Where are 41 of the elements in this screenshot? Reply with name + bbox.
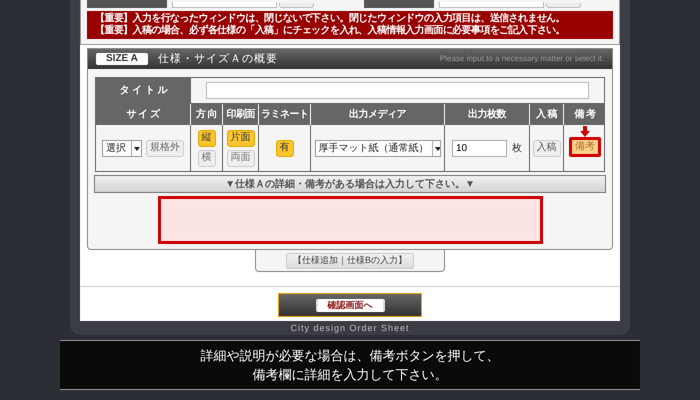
nonstandard-button[interactable]: 規格外: [146, 140, 184, 156]
label-cell: [364, 0, 434, 8]
input-field[interactable]: [439, 2, 544, 8]
section-badge: SIZE A: [96, 53, 148, 65]
option-button[interactable]: 有: [276, 140, 294, 156]
caption-text: 詳細や説明が必要な場合は、備考ボタンを押して、: [200, 347, 500, 365]
dropdown[interactable]: 選択: [102, 140, 142, 156]
column-header: 方 向: [191, 104, 223, 125]
caret-icon: [131, 140, 141, 156]
notes-field[interactable]: [158, 196, 542, 244]
title-field[interactable]: [206, 82, 589, 99]
option-button[interactable]: 縦: [198, 130, 216, 146]
button[interactable]: [279, 3, 314, 8]
option-button[interactable]: 片面: [226, 130, 254, 146]
column-header: 出力枚数: [445, 104, 530, 125]
notice-text: 【重要】入稿の場合、必ず各仕様の「入稿」にチェックを入れ、入稿情報入力画面に必要事項をご記入下さい。: [95, 25, 566, 37]
column-header: 備 考: [573, 108, 597, 122]
add-spec-button[interactable]: 【仕様追加｜仕様Bの入力】: [286, 252, 414, 268]
count-field[interactable]: 10: [452, 140, 507, 156]
details-bar[interactable]: ▼仕様Ａの詳細・備考がある場合は入力して下さい。▼: [94, 175, 606, 193]
unit-label: 枚: [512, 142, 522, 156]
section-title: 仕様・サイズＡの概要: [158, 52, 278, 67]
notice-text: 【重要】入力を行なったウィンドウは、閉じないで下さい。閉じたウィンドウの入力項目は、送信されません。: [95, 13, 566, 24]
dropdown[interactable]: 厚手マット紙（通常紙）: [314, 140, 440, 156]
column-header: 印刷面: [223, 104, 259, 125]
option-button[interactable]: 横: [198, 150, 216, 166]
caption-text: 備考欄に詳細を入力して下さい。: [252, 366, 448, 384]
confirm-button[interactable]: 確認画面へ: [316, 298, 384, 312]
arrow-icon: [580, 126, 590, 137]
option-button[interactable]: 両面: [226, 150, 254, 166]
title-label: タ イ ト ル: [96, 78, 191, 103]
button[interactable]: [546, 3, 581, 8]
column-header: サ イ ズ: [96, 104, 191, 125]
submit-button[interactable]: 入稿: [532, 140, 560, 156]
input-field[interactable]: [172, 2, 277, 8]
column-header: 出力メディア: [311, 104, 445, 125]
column-header: ラミネート: [259, 104, 311, 125]
column-header: 入 稿: [530, 104, 564, 125]
section-hint: Please input to a necessary matter or select it.: [440, 53, 604, 65]
footer-text: City design Order Sheet: [289, 322, 411, 335]
caret-icon: [432, 140, 440, 156]
